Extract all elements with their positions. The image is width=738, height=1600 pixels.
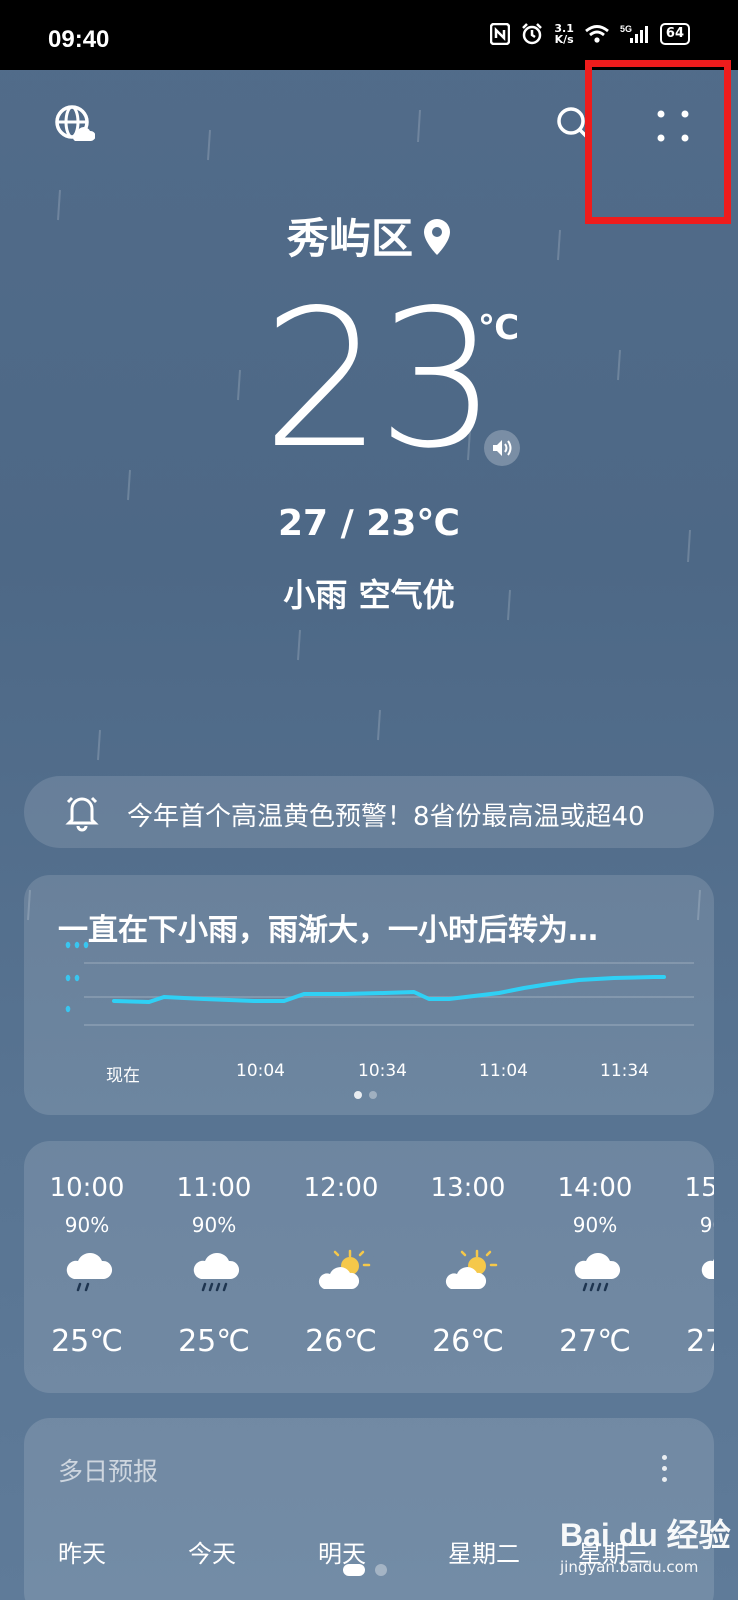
baidu-jingyan-watermark: Bai du 经验 jingyan.baidu.com: [560, 1510, 731, 1576]
hour-temperature: 26℃: [305, 1324, 377, 1359]
temperature-range: 27 / 23℃: [277, 503, 460, 544]
axis-tick: 现在: [106, 1066, 140, 1086]
dot: [661, 1465, 667, 1471]
hour-temperature: 25℃: [51, 1324, 123, 1359]
sun-cloud-icon: [445, 1249, 498, 1289]
rain-intensity-icons: [65, 941, 89, 1013]
warning-text: 今年首个高温黄色预警！8省份最高温或超40: [127, 802, 645, 832]
network-type-label: 5G: [620, 24, 632, 34]
weather-condition: 小雨 空气优: [283, 576, 455, 614]
status-icons: 3.1 K/s 5G 64: [490, 22, 690, 46]
speaker-icon: [493, 440, 512, 456]
net-speed: 3.1 K/s: [554, 23, 574, 45]
city-manage-button[interactable]: [50, 100, 98, 148]
page-dot: [375, 1564, 387, 1576]
hour-precip-prob: 90%: [572, 1213, 618, 1237]
precipitation-pager[interactable]: [354, 1091, 377, 1099]
hour-time: 14:00: [557, 1173, 633, 1203]
axis-tick: 10:04: [236, 1061, 285, 1081]
daily-more-button[interactable]: [644, 1448, 684, 1488]
hour-time: 10:00: [49, 1173, 125, 1203]
dot: [661, 1454, 667, 1460]
day-label: 昨天: [58, 1540, 106, 1568]
globe-cloud-icon: [55, 105, 95, 141]
temperature-unit: ℃: [478, 308, 520, 348]
battery-indicator: 64: [659, 23, 690, 45]
alarm-icon: [522, 23, 543, 45]
day-label: 星期二: [448, 1540, 520, 1568]
hour-temperature: 27℃: [559, 1324, 631, 1359]
axis-tick: 11:34: [600, 1061, 649, 1081]
precipitation-card[interactable]: 一直在下小雨，雨渐大，一小时后转为… 现在 10:04 10:34 11:04 …: [24, 875, 714, 1115]
city-page-indicator[interactable]: [343, 1564, 387, 1576]
bell-alert-icon: [65, 796, 99, 832]
precipitation-summary: 一直在下小雨，雨渐大，一小时后转为…: [58, 913, 598, 948]
voice-broadcast-button[interactable]: [484, 430, 520, 466]
cloud-rain-icon: [574, 1253, 621, 1292]
nfc-icon: [490, 23, 511, 45]
cloud-rain-icon: [193, 1253, 240, 1292]
hour-precip-prob: 90%: [191, 1213, 237, 1237]
dot: [661, 1476, 667, 1482]
watermark-logo: Bai du 经验: [560, 1517, 731, 1553]
hour-time: 12:00: [303, 1173, 379, 1203]
page-dot: [369, 1091, 377, 1099]
cloud-rain-icon: [66, 1253, 113, 1292]
current-temperature: 23: [262, 269, 498, 490]
axis-tick: 11:04: [479, 1061, 528, 1081]
axis-tick: 10:34: [358, 1061, 407, 1081]
wifi-icon: [585, 25, 609, 43]
cloud-rain-icon: [701, 1259, 714, 1279]
location-title[interactable]: 秀屿区: [0, 205, 738, 266]
hour-precip-prob: 90%: [64, 1213, 110, 1237]
net-speed-unit: K/s: [554, 33, 574, 46]
warning-banner[interactable]: 今年首个高温黄色预警！8省份最高温或超40: [24, 776, 714, 848]
daily-forecast-title: 多日预报: [58, 1457, 159, 1486]
precipitation-chart: [84, 962, 694, 1026]
hour-time: 11:00: [176, 1173, 252, 1203]
hour-time: 15:00: [684, 1173, 714, 1203]
location-pin-icon: [423, 217, 451, 266]
precipitation-line: [112, 975, 666, 1004]
hour-precip-prob: 90%: [699, 1213, 714, 1237]
hourly-forecast-card[interactable]: 10:00 90% 25℃ 11:00 90% 25℃ 12:00 26℃ 13…: [24, 1141, 714, 1393]
hour-temperature: 25℃: [178, 1324, 250, 1359]
page-dot-active: [354, 1091, 362, 1099]
annotation-highlight-box: [585, 60, 731, 224]
sun-cloud-icon: [318, 1249, 371, 1289]
day-label: 今天: [188, 1540, 236, 1568]
hour-time: 13:00: [430, 1173, 506, 1203]
signal-5g-icon: 5G: [620, 24, 648, 43]
status-time: 09:40: [48, 26, 110, 53]
location-name: 秀屿区: [286, 214, 413, 263]
page-dot-active: [343, 1564, 365, 1576]
hour-temperature: 27℃: [686, 1324, 714, 1359]
hour-temperature: 26℃: [432, 1324, 504, 1359]
watermark-url: jingyan.baidu.com: [560, 1558, 699, 1576]
